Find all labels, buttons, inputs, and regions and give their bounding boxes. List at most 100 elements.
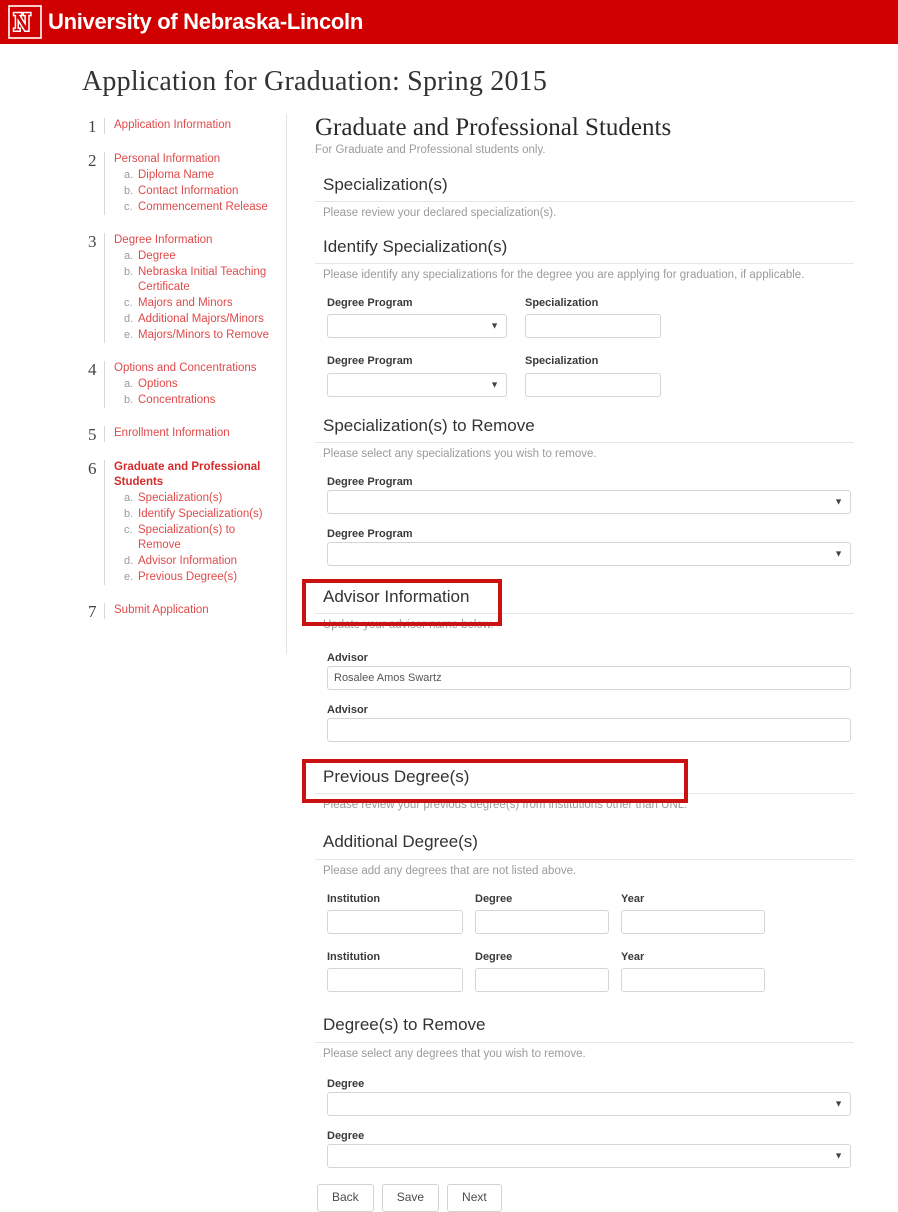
step-sub-link[interactable]: Advisor Information: [138, 554, 237, 569]
specialization-input[interactable]: [525, 372, 661, 397]
section-previous-degrees: Previous Degree(s) Please review your pr…: [302, 758, 854, 814]
step-sub-link[interactable]: Identify Specialization(s): [138, 507, 263, 522]
year-field: Year: [621, 893, 765, 935]
section-additional-degrees: Additional Degree(s) Please add any degr…: [315, 831, 854, 993]
year-field: Year: [621, 951, 765, 993]
step-sub-link[interactable]: Options: [138, 377, 178, 392]
degree-program-field: Degree Program ▼: [327, 355, 507, 397]
step-link-3[interactable]: Degree Information: [114, 233, 280, 248]
step-1: 1 Application Information: [88, 118, 280, 135]
chevron-down-icon: ▼: [834, 496, 843, 507]
specialization-remove-select[interactable]: ▼: [327, 490, 851, 515]
advisor-field: Advisor: [327, 648, 854, 690]
step-sub-link[interactable]: Diploma Name: [138, 168, 214, 183]
section-description: Update your advisor name below.: [323, 619, 494, 632]
step-link-1[interactable]: Application Information: [114, 118, 280, 133]
degree-remove-select[interactable]: ▼: [327, 1092, 851, 1117]
field-label: Advisor: [327, 703, 368, 716]
advisor-input[interactable]: [327, 717, 851, 742]
section-heading: Identify Specialization(s): [323, 236, 508, 256]
year-input[interactable]: [621, 910, 765, 935]
save-button[interactable]: Save: [381, 1184, 440, 1212]
field-label: Institution: [327, 951, 381, 964]
content-subtitle: For Graduate and Professional students o…: [315, 144, 546, 156]
field-label: Year: [621, 951, 645, 964]
step-sub-link[interactable]: Additional Majors/Minors: [138, 312, 264, 327]
step-sub-link[interactable]: Contact Information: [138, 184, 238, 199]
step-sub-list: a. Specialization(s) b. Identify Specializa…: [114, 491, 280, 585]
step-sub-item: a. Diploma Name: [124, 168, 280, 183]
degree-remove-select[interactable]: ▼: [327, 1144, 851, 1169]
step-link-4[interactable]: Options and Concentrations: [114, 361, 280, 376]
step-sub-link[interactable]: Commencement Release: [138, 200, 268, 215]
step-sub-link[interactable]: Nebraska Initial Teaching Certificate: [138, 265, 280, 295]
step-link-2[interactable]: Personal Information: [114, 152, 280, 167]
step-number: 5: [88, 425, 97, 444]
degree-remove-field: Degree ▼: [327, 1126, 854, 1169]
section-header: Identify Specialization(s): [315, 236, 854, 264]
degree-program-select[interactable]: ▼: [327, 372, 507, 397]
step-link-6[interactable]: Graduate and Professional Students: [114, 460, 280, 490]
back-button[interactable]: Back: [317, 1184, 374, 1212]
section-specializations-to-remove: Specialization(s) to Remove Please selec…: [315, 415, 854, 567]
field-label: Specialization: [525, 297, 599, 310]
degree-program-select[interactable]: ▼: [327, 314, 507, 339]
step-sub-letter: c.: [124, 524, 133, 536]
advisor-input[interactable]: [327, 665, 851, 690]
step-2: 2 Personal Information a. Diploma Name b. Con…: [88, 152, 280, 215]
step-sub-link[interactable]: Concentrations: [138, 393, 215, 408]
institution-field: Institution: [327, 893, 463, 935]
step-sub-link[interactable]: Previous Degree(s): [138, 570, 237, 585]
step-sub-link[interactable]: Majors and Minors: [138, 296, 233, 311]
step-sub-item: c. Commencement Release: [124, 200, 280, 215]
field-label: Specialization: [525, 355, 599, 368]
degree-program-field: Degree Program ▼: [327, 297, 507, 339]
identify-specialization-row: Degree Program ▼ Specialization: [327, 297, 854, 339]
step-5: 5 Enrollment Information: [88, 425, 280, 444]
identify-specialization-row: Degree Program ▼ Specialization: [327, 355, 854, 397]
step-sub-link[interactable]: Specialization(s) to Remove: [138, 523, 280, 553]
site-masthead: University of Nebraska-Lincoln: [0, 0, 898, 44]
step-sub-item: e. Majors/Minors to Remove: [124, 328, 280, 343]
step-sub-list: a. Options b. Concentrations: [114, 377, 280, 408]
step-sub-list: a. Diploma Name b. Contact Information c. Com…: [114, 168, 280, 215]
chevron-down-icon: ▼: [490, 320, 499, 331]
step-6: 6 Graduate and Professional Students a. Spe…: [88, 460, 280, 585]
section-description: Please review your previous degree(s) fr…: [323, 798, 688, 811]
step-body: Enrollment Information: [104, 426, 280, 442]
step-link-7[interactable]: Submit Application: [114, 603, 280, 618]
step-sub-link[interactable]: Majors/Minors to Remove: [138, 328, 269, 343]
step-sub-link[interactable]: Degree: [138, 249, 176, 264]
step-body: Options and Concentrations a. Options b. Con…: [104, 361, 280, 408]
step-sub-list: a. Degree b. Nebraska Initial Teaching Cert…: [114, 249, 280, 343]
step-link-5[interactable]: Enrollment Information: [114, 426, 280, 441]
step-sub-link[interactable]: Specialization(s): [138, 491, 222, 506]
section-heading: Additional Degree(s): [323, 832, 478, 852]
section-identify-specializations: Identify Specialization(s) Please identi…: [315, 236, 854, 397]
specialization-remove-select[interactable]: ▼: [327, 542, 851, 567]
field-label: Year: [621, 893, 645, 906]
year-input[interactable]: [621, 968, 765, 993]
chevron-down-icon: ▼: [834, 1098, 843, 1109]
section-heading: Degree(s) to Remove: [323, 1015, 486, 1035]
institution-input[interactable]: [327, 968, 463, 993]
step-sub-item: a. Options: [124, 377, 280, 392]
next-button[interactable]: Next: [447, 1184, 502, 1212]
degree-input[interactable]: [475, 968, 609, 993]
step-sub-letter: a.: [124, 378, 134, 390]
step-sub-letter: a.: [124, 250, 134, 262]
step-body: Graduate and Professional Students a. Spec…: [104, 460, 280, 585]
step-number: 4: [88, 360, 97, 379]
step-sub-item: b. Nebraska Initial Teaching Certificate: [124, 265, 280, 295]
institution-input[interactable]: [327, 910, 463, 935]
degree-input[interactable]: [475, 910, 609, 935]
section-advisor-information: Advisor Information Update your advisor …: [302, 579, 854, 742]
step-number: 3: [88, 232, 97, 251]
field-label: Degree: [327, 1078, 365, 1091]
chevron-down-icon: ▼: [490, 379, 499, 390]
degree-remove-field: Degree ▼: [327, 1074, 854, 1117]
specialization-input[interactable]: [525, 314, 661, 339]
institution-field: Institution: [327, 951, 463, 993]
step-sub-letter: b.: [124, 185, 134, 197]
step-sub-item: b. Contact Information: [124, 184, 280, 199]
